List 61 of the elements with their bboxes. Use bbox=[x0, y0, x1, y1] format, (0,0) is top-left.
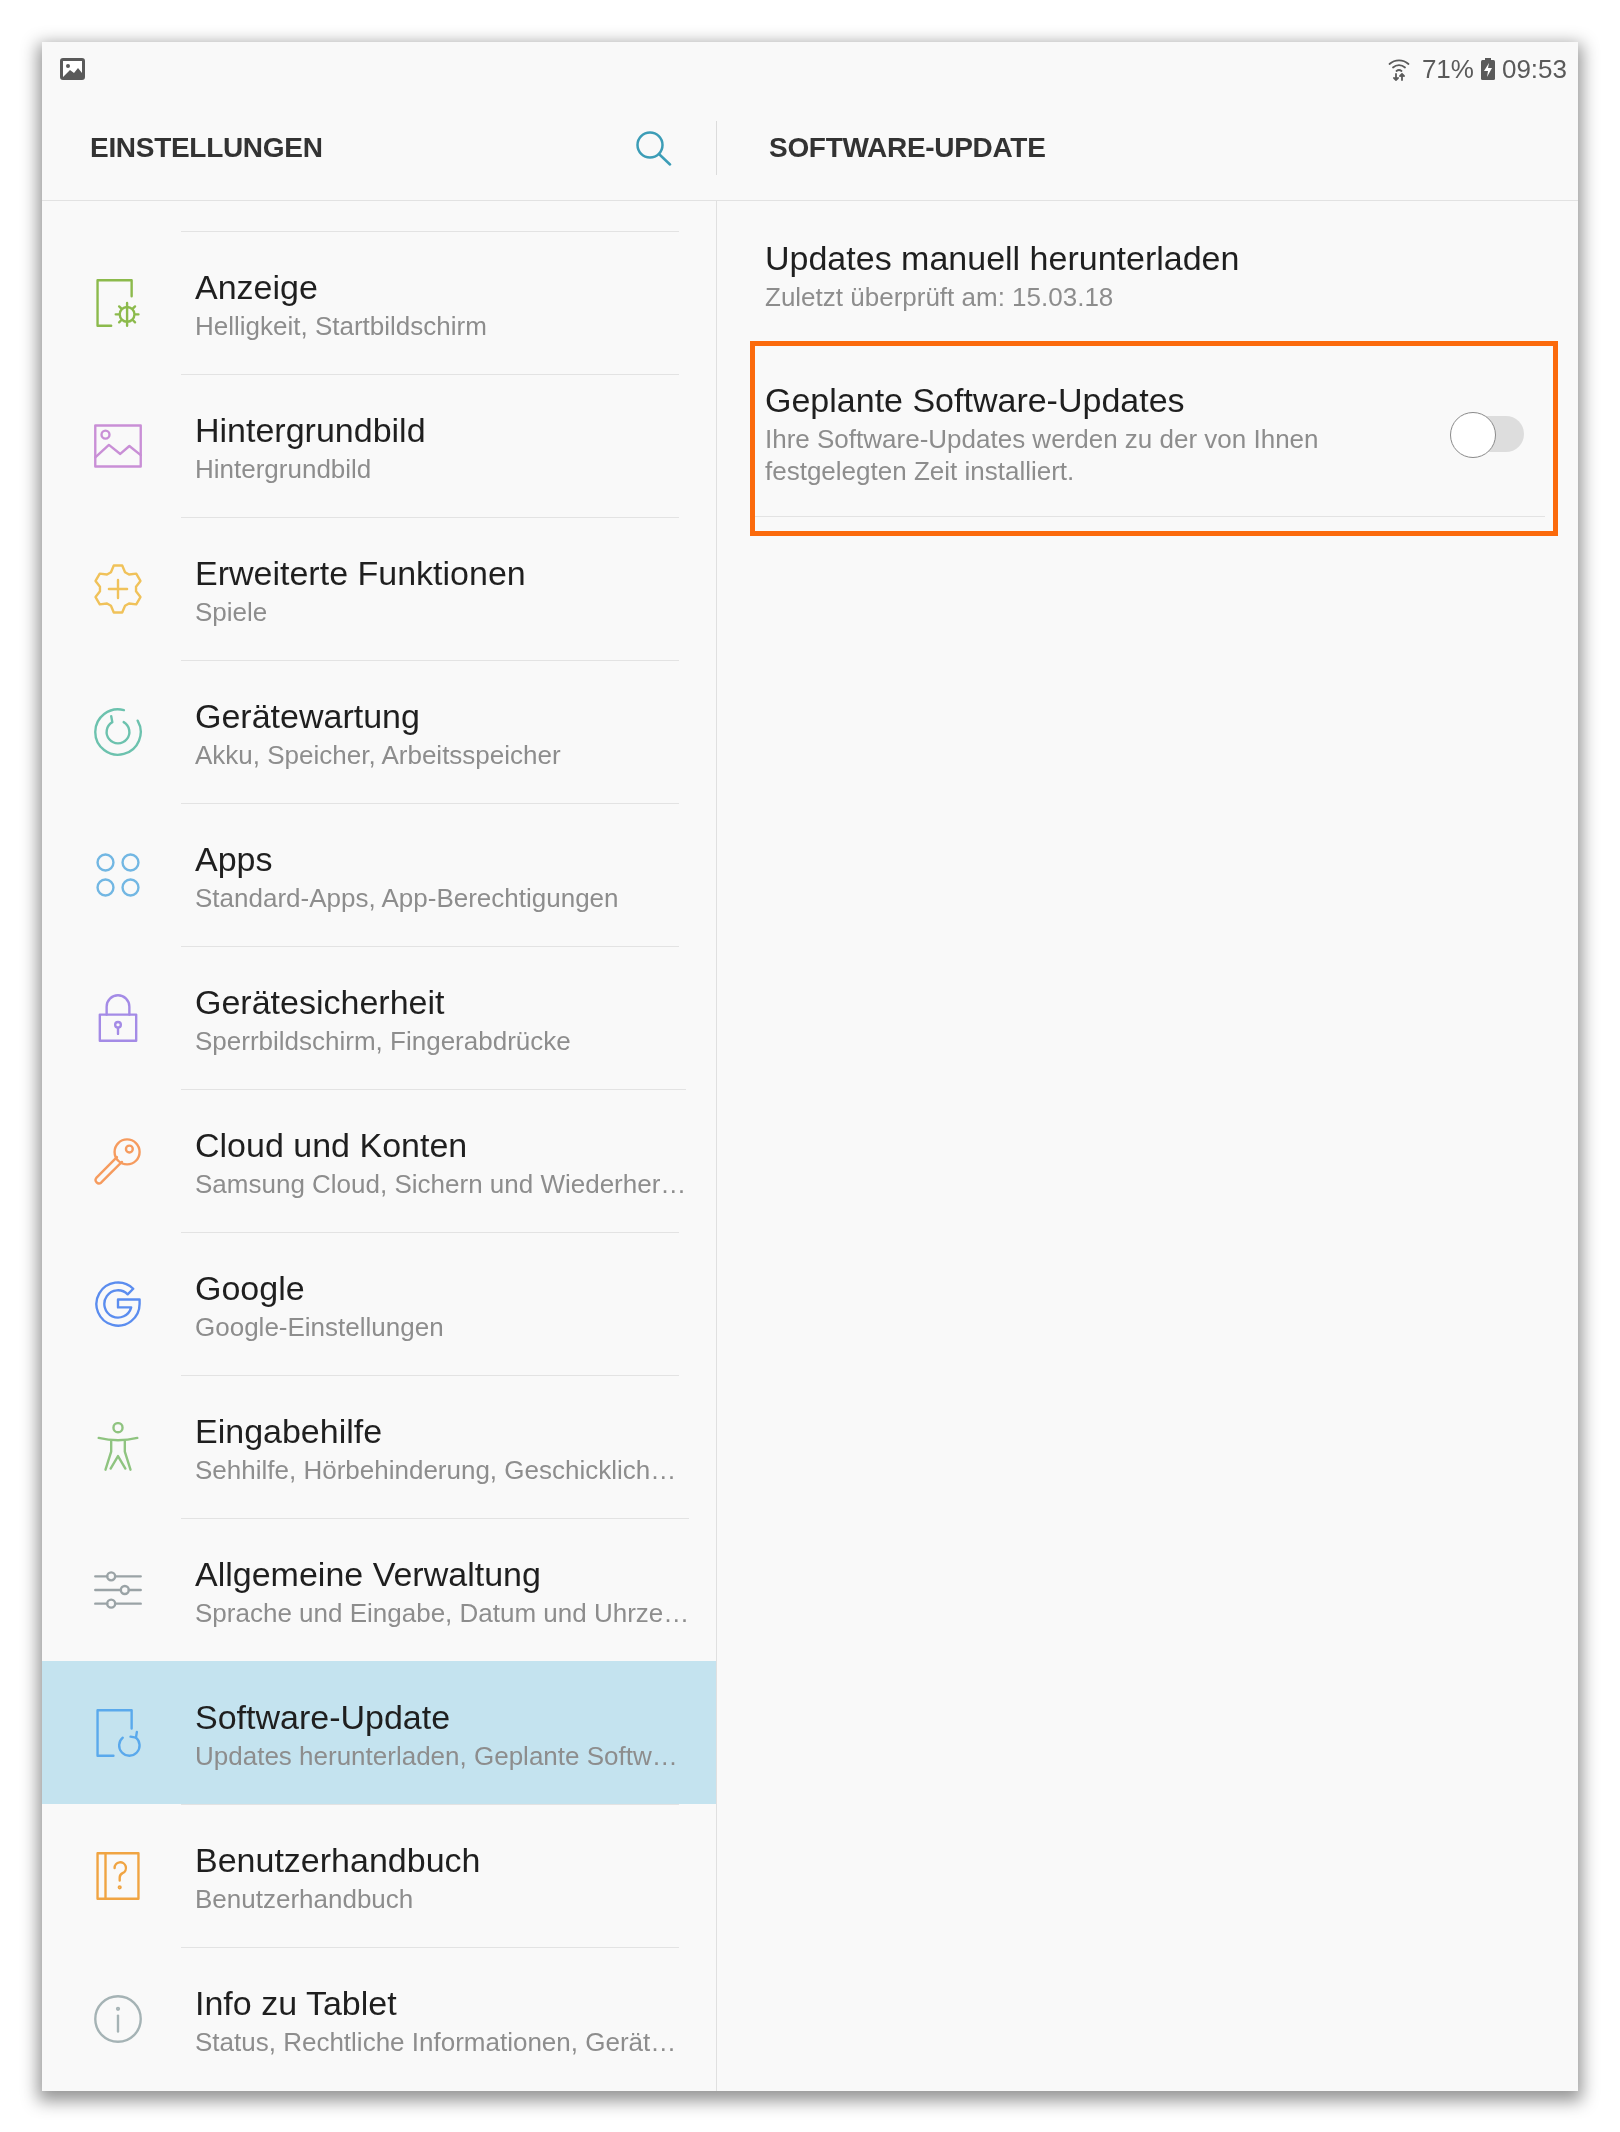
item-title: Benutzerhandbuch bbox=[195, 1839, 482, 1880]
item-subtitle: Akku, Speicher, Arbeitsspeicher bbox=[195, 738, 562, 771]
settings-item[interactable]: Apps Standard-Apps, App-Berechtigungen bbox=[42, 803, 716, 946]
item-subtitle: Hintergrundbild bbox=[195, 452, 373, 485]
search-button[interactable] bbox=[635, 129, 672, 166]
key-icon bbox=[93, 1135, 143, 1186]
search-icon bbox=[635, 129, 672, 166]
book-question-icon bbox=[93, 1850, 143, 1901]
item-title: Anzeige bbox=[195, 266, 319, 307]
document-refresh-icon bbox=[93, 1707, 143, 1758]
item-subtitle: Google-Einstellungen bbox=[195, 1310, 445, 1343]
update-option[interactable]: Geplante Software-Updates Ihre Software-Updates werden zu der von Ihnen festgelegten Zeit installiert. bbox=[752, 343, 1545, 517]
detail-title: SOFTWARE-UPDATE bbox=[769, 130, 1046, 165]
option-title: Geplante Software-Updates bbox=[765, 380, 1186, 420]
item-subtitle: Spiele bbox=[195, 595, 269, 628]
item-title: Gerätewartung bbox=[195, 695, 421, 736]
item-subtitle: Standard-Apps, App-Berechtigungen bbox=[195, 881, 620, 914]
settings-item[interactable]: Erweiterte Funktionen Spiele bbox=[42, 517, 716, 660]
g-letter-icon bbox=[93, 1278, 143, 1329]
wifi-icon bbox=[1387, 56, 1410, 81]
item-title: Hintergrundbild bbox=[195, 409, 427, 450]
item-subtitle: Helligkeit, Startbildschirm bbox=[195, 309, 488, 342]
update-option[interactable]: Updates manuell herunterladen Zuletzt überprüft am: 15.03.18 bbox=[752, 201, 1545, 343]
battery-charging-icon bbox=[1480, 57, 1495, 80]
item-subtitle: Samsung Cloud, Sichern und Wiederher… bbox=[195, 1167, 687, 1200]
settings-item[interactable]: Info zu Tablet Status, Rechtliche Informationen, Gerät… bbox=[42, 1947, 716, 2090]
option-subtitle: Ihre Software-Updates werden zu der von Ihnen festgelegten Zeit installiert. bbox=[765, 423, 1320, 487]
item-subtitle: Status, Rechtliche Informationen, Gerät… bbox=[195, 2025, 678, 2058]
option-title: Updates manuell herunterladen bbox=[765, 238, 1241, 278]
settings-item[interactable]: Hintergrundbild Hintergrundbild bbox=[42, 374, 716, 517]
item-title: Allgemeine Verwaltung bbox=[195, 1553, 542, 1594]
item-subtitle: Sehhilfe, Hörbehinderung, Geschicklich… bbox=[195, 1453, 678, 1486]
item-title: Software-Update bbox=[195, 1696, 452, 1737]
status-time: 09:53 bbox=[1501, 53, 1567, 84]
item-title: Erweiterte Funktionen bbox=[195, 552, 527, 593]
item-subtitle: Updates herunterladen, Geplante Softw… bbox=[195, 1739, 679, 1772]
settings-item[interactable]: Google Google-Einstellungen bbox=[42, 1232, 716, 1375]
settings-item[interactable]: Gerätewartung Akku, Speicher, Arbeitsspeicher bbox=[42, 660, 716, 803]
settings-item[interactable]: Benutzerhandbuch Benutzerhandbuch bbox=[42, 1804, 716, 1947]
item-title: Apps bbox=[195, 838, 274, 879]
info-icon bbox=[93, 1993, 143, 2044]
settings-item[interactable]: Cloud und Konten Samsung Cloud, Sichern und Wiederher… bbox=[42, 1089, 716, 1232]
gear-plus-icon bbox=[93, 563, 143, 614]
item-subtitle: Sprache und Eingabe, Datum und Uhrze… bbox=[195, 1596, 690, 1629]
settings-item[interactable]: Gerätesicherheit Sperrbildschirm, Fingerabdrücke bbox=[42, 946, 716, 1089]
toggle-switch[interactable] bbox=[1450, 411, 1524, 456]
item-subtitle: Sperrbildschirm, Fingerabdrücke bbox=[195, 1024, 572, 1057]
document-sun-icon bbox=[93, 277, 143, 328]
settings-item[interactable]: Eingabehilfe Sehhilfe, Hörbehinderung, Geschicklich… bbox=[42, 1375, 716, 1518]
item-title: Google bbox=[195, 1267, 306, 1308]
item-title: Gerätesicherheit bbox=[195, 981, 446, 1022]
item-title: Eingabehilfe bbox=[195, 1410, 384, 1451]
settings-item[interactable]: Software-Update Updates herunterladen, Geplante Softw… bbox=[42, 1661, 716, 1804]
item-title: Cloud und Konten bbox=[195, 1124, 469, 1165]
battery-percent: 71% bbox=[1421, 53, 1474, 84]
option-subtitle: Zuletzt überprüft am: 15.03.18 bbox=[765, 281, 1115, 313]
settings-item[interactable]: Anzeige Helligkeit, Startbildschirm bbox=[42, 231, 716, 374]
picture-notification-icon bbox=[60, 57, 85, 80]
item-title: Info zu Tablet bbox=[195, 1982, 398, 2023]
settings-title: EINSTELLUNGEN bbox=[90, 130, 323, 165]
item-subtitle: Benutzerhandbuch bbox=[195, 1882, 415, 1915]
